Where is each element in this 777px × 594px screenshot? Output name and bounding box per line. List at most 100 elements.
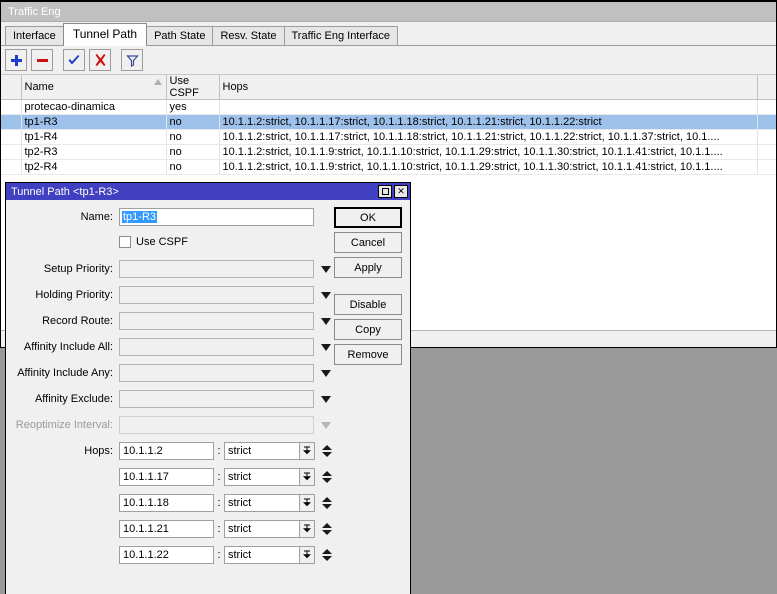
cancel-button[interactable]: Cancel xyxy=(334,232,402,253)
chevron-down-icon xyxy=(322,452,332,457)
setup-priority-input[interactable] xyxy=(119,260,314,278)
column-header-use-cspf[interactable]: Use CSPF xyxy=(166,75,220,100)
table-row[interactable]: tp1-R3 no 10.1.1.2:strict, 10.1.1.17:str… xyxy=(1,114,776,130)
hop-ip-input[interactable]: 10.1.1.22 xyxy=(119,546,214,564)
reoptimize-interval-input xyxy=(119,416,314,434)
hop-type-dropdown-button[interactable] xyxy=(299,520,315,538)
table-header-row: Name Use CSPF Hops xyxy=(1,75,776,100)
hop-row-5: 10.1.1.22 : strict xyxy=(6,545,410,565)
disable-button[interactable] xyxy=(89,49,111,71)
record-route-input[interactable] xyxy=(119,312,314,330)
row-spacer xyxy=(757,129,776,145)
affinity-include-any-input[interactable] xyxy=(119,364,314,382)
tab-interface[interactable]: Interface xyxy=(5,26,64,45)
disable-button[interactable]: Disable xyxy=(334,294,402,315)
setup-priority-label: Setup Priority: xyxy=(43,263,113,275)
column-header-name[interactable]: Name xyxy=(21,75,167,100)
row-hops: 10.1.1.2:strict, 10.1.1.17:strict, 10.1.… xyxy=(219,114,758,130)
tunnel-path-dialog: Tunnel Path <tp1-R3> ✕ Name: tp1-R3 Use … xyxy=(5,182,411,594)
column-header-flag[interactable] xyxy=(1,75,22,100)
chevron-down-icon xyxy=(322,556,332,561)
chevron-up-icon xyxy=(322,497,332,502)
tunnel-path-table: Name Use CSPF Hops protecao-dinamica yes xyxy=(1,75,776,175)
close-button[interactable]: ✕ xyxy=(394,185,408,198)
name-input[interactable]: tp1-R3 xyxy=(119,208,314,226)
chevron-down-icon xyxy=(322,478,332,483)
tab-resv-state[interactable]: Resv. State xyxy=(212,26,285,45)
copy-button[interactable]: Copy xyxy=(334,319,402,340)
chevron-down-icon[interactable] xyxy=(321,317,331,325)
hop-reorder-spinner[interactable] xyxy=(319,546,335,564)
row-flag xyxy=(1,129,22,145)
hop-separator: : xyxy=(217,497,221,509)
row-spacer xyxy=(757,99,776,115)
hop-ip-input[interactable]: 10.1.1.2 xyxy=(119,442,214,460)
row-use-cspf: yes xyxy=(166,99,220,115)
hop-separator: : xyxy=(217,471,221,483)
remove-button[interactable]: Remove xyxy=(334,344,402,365)
tab-traffic-eng-interface[interactable]: Traffic Eng Interface xyxy=(283,26,398,45)
name-input-value: tp1-R3 xyxy=(122,211,158,223)
hop-reorder-spinner[interactable] xyxy=(319,494,335,512)
hop-type-dropdown-button[interactable] xyxy=(299,494,315,512)
affinity-exclude-input[interactable] xyxy=(119,390,314,408)
hop-separator: : xyxy=(217,445,221,457)
hop-reorder-spinner[interactable] xyxy=(319,468,335,486)
affinity-exclude-row: Affinity Exclude: xyxy=(6,389,410,409)
chevron-down-icon[interactable] xyxy=(321,265,331,273)
apply-button[interactable]: Apply xyxy=(334,257,402,278)
hop-ip-input[interactable]: 10.1.1.21 xyxy=(119,520,214,538)
table-row[interactable]: tp1-R4 no 10.1.1.2:strict, 10.1.1.17:str… xyxy=(1,129,776,145)
hop-ip-input[interactable]: 10.1.1.17 xyxy=(119,468,214,486)
row-spacer xyxy=(757,144,776,160)
use-cspf-label: Use CSPF xyxy=(136,236,188,248)
table-row[interactable]: tp2-R3 no 10.1.1.2:strict, 10.1.1.9:stri… xyxy=(1,144,776,160)
dropdown-icon xyxy=(302,550,312,559)
ok-button[interactable]: OK xyxy=(334,207,402,228)
add-button[interactable] xyxy=(5,49,27,71)
hop-type-dropdown-button[interactable] xyxy=(299,546,315,564)
hop-reorder-spinner[interactable] xyxy=(319,442,335,460)
table-row[interactable]: tp2-R4 no 10.1.1.2:strict, 10.1.1.9:stri… xyxy=(1,159,776,175)
hop-reorder-spinner[interactable] xyxy=(319,520,335,538)
use-cspf-checkbox[interactable] xyxy=(119,236,131,248)
chevron-down-icon[interactable] xyxy=(321,395,331,403)
hop-ip-input[interactable]: 10.1.1.18 xyxy=(119,494,214,512)
row-name: protecao-dinamica xyxy=(21,99,167,115)
hop-type-dropdown-button[interactable] xyxy=(299,468,315,486)
hop-type-input[interactable]: strict xyxy=(224,442,299,460)
row-use-cspf: no xyxy=(166,129,220,145)
row-spacer xyxy=(757,114,776,130)
hop-type-input[interactable]: strict xyxy=(224,546,299,564)
affinity-include-all-input[interactable] xyxy=(119,338,314,356)
tab-path-state[interactable]: Path State xyxy=(146,26,214,45)
chevron-down-icon xyxy=(322,530,332,535)
reoptimize-interval-row: Reoptimize Interval: xyxy=(6,415,410,435)
row-hops: 10.1.1.2:strict, 10.1.1.9:strict, 10.1.1… xyxy=(219,144,758,160)
maximize-button[interactable] xyxy=(378,185,392,198)
hop-separator: : xyxy=(217,549,221,561)
row-name: tp1-R3 xyxy=(21,114,167,130)
tab-bar: Interface Tunnel Path Path State Resv. S… xyxy=(1,22,776,46)
hop-type-input[interactable]: strict xyxy=(224,468,299,486)
hop-type-input[interactable]: strict xyxy=(224,520,299,538)
chevron-down-icon[interactable] xyxy=(321,369,331,377)
hop-type-input[interactable]: strict xyxy=(224,494,299,512)
chevron-down-icon[interactable] xyxy=(321,343,331,351)
table-row[interactable]: protecao-dinamica yes xyxy=(1,99,776,115)
row-name: tp1-R4 xyxy=(21,129,167,145)
holding-priority-input[interactable] xyxy=(119,286,314,304)
tab-tunnel-path[interactable]: Tunnel Path xyxy=(62,23,148,46)
chevron-down-icon[interactable] xyxy=(321,291,331,299)
column-header-hops[interactable]: Hops xyxy=(219,75,758,100)
dropdown-icon xyxy=(302,472,312,481)
dialog-title-bar[interactable]: Tunnel Path <tp1-R3> ✕ xyxy=(6,183,410,200)
window-title-text: Traffic Eng xyxy=(8,5,61,18)
hop-type-dropdown-button[interactable] xyxy=(299,442,315,460)
remove-button[interactable] xyxy=(31,49,53,71)
dialog-button-column: OK Cancel Apply Disable Copy Remove xyxy=(334,207,402,365)
affinity-include-all-label: Affinity Include All: xyxy=(23,341,113,353)
enable-button[interactable] xyxy=(63,49,85,71)
row-name: tp2-R4 xyxy=(21,159,167,175)
filter-button[interactable] xyxy=(121,49,143,71)
